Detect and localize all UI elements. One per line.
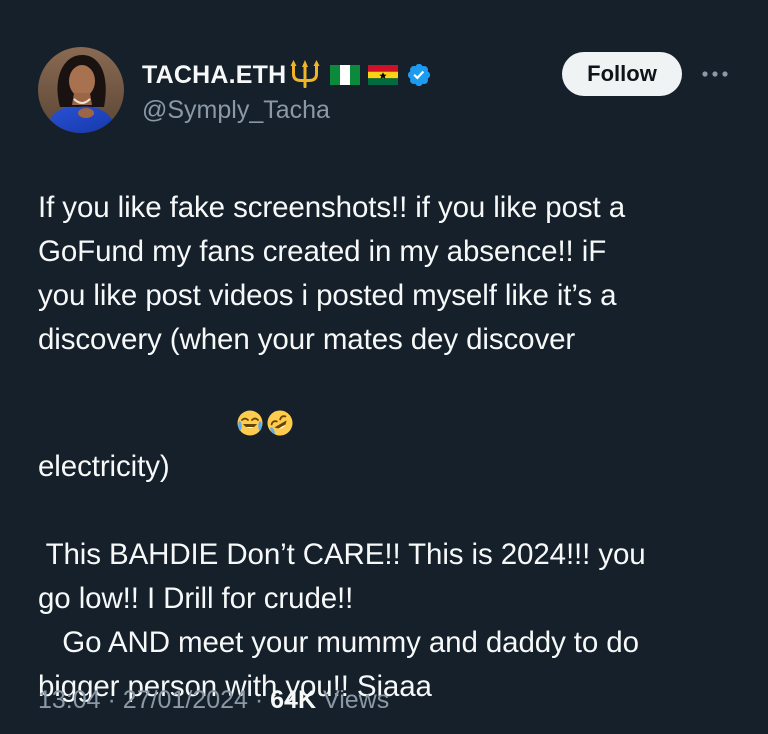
author-name-row: TACHA.ETH: [142, 58, 432, 92]
tweet-text-line: discovery (when your mates dey discover: [38, 323, 576, 356]
tweet-time[interactable]: 13:04: [38, 686, 101, 714]
author-avatar[interactable]: [38, 47, 124, 133]
tweet-text-line-with-emoji: electricity): [38, 362, 738, 489]
tweet-date[interactable]: 27/01/2024: [123, 686, 248, 714]
joy-emoji-icon: [172, 362, 263, 436]
views-count[interactable]: 64K: [270, 686, 316, 714]
tweet-meta: 13:04 · 27/01/2024 · 64K Views: [38, 686, 389, 715]
trident-emoji-icon: [288, 60, 322, 90]
author-display-name[interactable]: TACHA.ETH: [142, 61, 286, 90]
tweet-card: TACHA.ETH @Symply_Tacha Follow If you li…: [0, 0, 768, 734]
meta-separator: ·: [107, 686, 116, 714]
verified-badge-icon[interactable]: [406, 62, 432, 88]
more-horizontal-icon[interactable]: [700, 64, 730, 84]
tweet-text-line: go low!! I Drill for crude!!: [38, 582, 354, 615]
tweet-text-line: This BAHDIE Don’t CARE!! This is 2024!!!…: [38, 538, 646, 571]
tweet-text-line: you like post videos i posted myself lik…: [38, 279, 617, 312]
tweet-text-line: If you like fake screenshots!! if you li…: [38, 191, 626, 224]
views-label[interactable]: Views: [323, 686, 389, 714]
tweet-text-line: electricity): [38, 450, 170, 483]
author-handle[interactable]: @Symply_Tacha: [142, 96, 330, 125]
tweet-text-line: Go AND meet your mummy and daddy to do: [38, 626, 639, 659]
rofl-emoji-icon: [202, 362, 293, 436]
nigeria-flag-icon: [330, 65, 361, 85]
follow-button[interactable]: Follow: [562, 52, 682, 96]
tweet-text-line: GoFund my fans created in my absence!! i…: [38, 235, 607, 268]
meta-separator: ·: [254, 686, 264, 714]
tweet-text: If you like fake screenshots!! if you li…: [38, 186, 738, 709]
ghana-flag-icon: [368, 65, 399, 85]
